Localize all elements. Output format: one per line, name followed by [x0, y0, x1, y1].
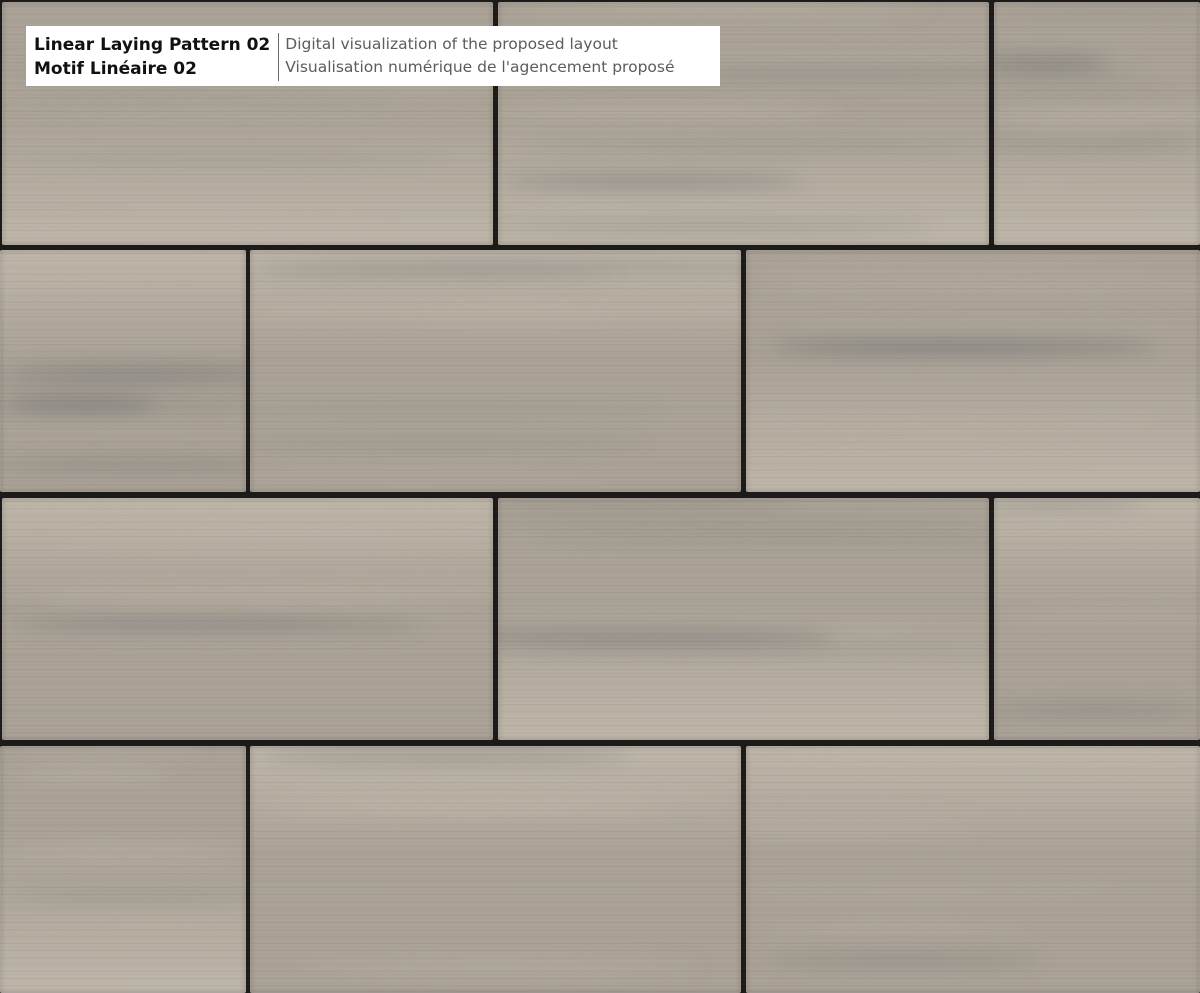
stone-streak	[22, 925, 246, 931]
stone-streak	[994, 501, 1143, 509]
stone-streak	[0, 890, 246, 901]
stone-streak	[746, 418, 1165, 430]
stone-streak	[250, 767, 560, 778]
stone-streak	[257, 785, 726, 802]
pattern-subtitle-en: Digital visualization of the proposed la…	[285, 35, 618, 53]
stone-streak	[262, 746, 630, 765]
stone-streak	[506, 3, 931, 13]
stone-streak	[11, 746, 206, 757]
paving-visualization: Linear Laying Pattern 02 Motif Linéaire …	[0, 0, 1200, 993]
stone-streak	[1002, 7, 1200, 14]
stone-streak	[12, 770, 171, 781]
caption-titles: Linear Laying Pattern 02 Motif Linéaire …	[34, 33, 280, 81]
stone-streak	[498, 222, 933, 232]
stone-streak	[994, 702, 1200, 717]
paver-stone	[0, 250, 246, 492]
stone-streak	[40, 599, 437, 605]
paver-stone	[746, 746, 1200, 993]
stone-grain	[498, 498, 989, 740]
stone-streak	[754, 280, 1200, 295]
stone-streak	[6, 104, 399, 113]
stone-streak	[2, 509, 493, 519]
stone-streak	[784, 323, 1200, 330]
stone-streak	[523, 141, 989, 151]
stone-streak	[263, 802, 675, 817]
paver-stone	[498, 498, 989, 740]
stone-streak	[746, 889, 1126, 896]
stone-streak	[749, 445, 1098, 451]
stone-grain	[994, 2, 1200, 245]
paver-stone	[994, 498, 1200, 740]
paver-stone	[250, 250, 741, 492]
stone-streak	[2, 218, 391, 237]
stone-grain	[250, 250, 741, 492]
stone-streak	[47, 528, 493, 543]
pattern-title-fr: Motif Linéaire 02	[34, 59, 197, 79]
stone-streak	[764, 953, 1041, 967]
stone-streak	[498, 518, 984, 527]
paver-stone	[994, 2, 1200, 245]
stone-streak	[764, 752, 1200, 765]
stone-streak	[7, 157, 447, 164]
stone-streak	[286, 958, 703, 973]
stone-grain	[250, 746, 741, 993]
stone-streak	[531, 536, 989, 541]
paver-stone	[250, 746, 741, 993]
pattern-subtitle-fr: Visualisation numérique de l'agencement …	[285, 58, 675, 76]
stone-streak	[746, 263, 1166, 279]
stone-streak	[746, 815, 981, 834]
pattern-title-en: Linear Laying Pattern 02	[34, 35, 271, 55]
stone-streak	[503, 174, 806, 188]
stone-streak	[498, 106, 840, 117]
stone-grain	[0, 746, 246, 993]
stone-streak	[0, 256, 201, 270]
stone-streak	[0, 849, 240, 862]
stone-streak	[250, 269, 617, 276]
stone-streak	[994, 521, 1200, 532]
stone-streak	[2, 622, 340, 627]
paver-stone	[2, 498, 493, 740]
paver-stone	[0, 746, 246, 993]
stone-streak	[498, 642, 989, 653]
paver-stone	[746, 250, 1200, 492]
stone-streak	[773, 337, 1159, 356]
stone-streak	[0, 458, 246, 472]
caption-box: Linear Laying Pattern 02 Motif Linéaire …	[26, 26, 720, 86]
stone-streak	[994, 95, 1168, 101]
stone-streak	[995, 612, 1200, 624]
stone-streak	[994, 106, 1200, 121]
caption-subtitles: Digital visualization of the proposed la…	[285, 33, 674, 79]
stone-streak	[250, 470, 614, 482]
stone-streak	[760, 921, 1035, 938]
stone-streak	[250, 303, 741, 318]
stone-streak	[0, 267, 138, 285]
stone-streak	[250, 440, 653, 448]
stone-streak	[498, 498, 790, 509]
stone-streak	[994, 184, 1104, 191]
stone-streak	[1008, 125, 1150, 142]
stone-streak	[994, 66, 1144, 78]
stone-streak	[250, 405, 671, 412]
